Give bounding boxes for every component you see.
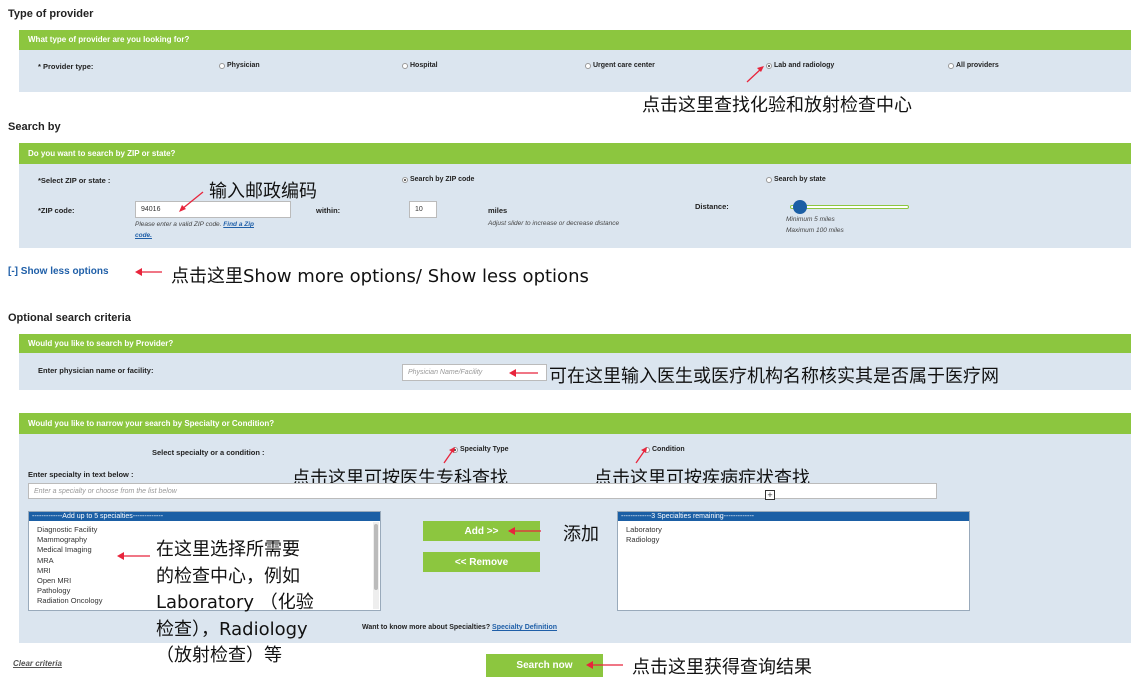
specialty-question: Would you like to narrow your search by … <box>19 413 1131 434</box>
annotation-search: 点击这里获得查询结果 <box>632 657 812 678</box>
show-less-options-link[interactable]: [-] Show less options <box>8 266 109 277</box>
zip-hint: Please enter a valid ZIP code. Find a Zi… <box>135 221 254 228</box>
physician-name-label: Enter physician name or facility: <box>38 366 154 375</box>
radio-lab-radiology-label: Lab and radiology <box>774 62 835 69</box>
clear-criteria-link[interactable]: Clear criteria <box>13 659 62 668</box>
radio-icon[interactable] <box>402 62 408 69</box>
annotation-select-line: 检查），Radiology <box>156 618 308 640</box>
annotation-arrow-icon <box>179 191 204 212</box>
zip-code-label: *ZIP code: <box>38 206 75 215</box>
list-item[interactable]: Laboratory <box>626 525 969 535</box>
radio-hospital[interactable]: Hospital <box>402 62 438 69</box>
zip-hint-text: Please enter a valid ZIP code. <box>135 221 222 228</box>
within-label: within: <box>316 206 341 215</box>
distance-min: Minimum 5 miles <box>786 216 835 223</box>
radio-all-providers[interactable]: All providers <box>948 62 999 69</box>
radio-icon[interactable] <box>402 176 408 183</box>
radio-urgent-care[interactable]: Urgent care center <box>585 62 655 69</box>
zip-code-input[interactable]: 94016 <box>135 201 291 218</box>
miles-label: miles <box>488 206 508 215</box>
distance-slider-track[interactable] <box>790 205 909 209</box>
radio-icon[interactable] <box>948 62 954 69</box>
move-cursor-icon: + <box>765 490 775 500</box>
radio-urgent-care-label: Urgent care center <box>593 62 655 69</box>
annotation-show-options: 点击这里Show more options/ Show less options <box>171 266 589 287</box>
available-list-header: -------------Add up to 5 specialties----… <box>29 512 380 521</box>
find-zip-link-code[interactable]: code. <box>135 232 152 239</box>
annotation-zip: 输入邮政编码 <box>209 181 317 202</box>
annotation-lab: 点击这里查找化验和放射检查中心 <box>642 95 912 116</box>
list-item[interactable]: Diagnostic Facility <box>37 525 380 535</box>
search-by-title: Search by <box>8 121 61 133</box>
annotation-arrow-icon <box>508 527 541 535</box>
radio-specialty-type[interactable]: Specialty Type <box>452 446 509 453</box>
radio-search-zip[interactable]: Search by ZIP code <box>402 176 474 183</box>
selected-specialties-list[interactable]: -------------3 Specialties remaining----… <box>617 511 970 611</box>
selected-list-header: -------------3 Specialties remaining----… <box>618 512 969 521</box>
annotation-arrow-icon <box>635 447 647 464</box>
list-scrollbar[interactable] <box>373 522 379 609</box>
remove-button[interactable]: << Remove <box>423 552 540 572</box>
specialty-definition-link[interactable]: Specialty Definition <box>492 624 557 631</box>
radio-hospital-label: Hospital <box>410 62 438 69</box>
specialty-text-input[interactable]: Enter a specialty or choose from the lis… <box>28 483 937 499</box>
within-miles-input[interactable]: 10 <box>409 201 437 218</box>
select-zip-state-label: *Select ZIP or state : <box>38 176 111 185</box>
specialty-more-info: Want to know more about Specialties? Spe… <box>362 624 557 631</box>
annotation-select-line: 在这里选择所需要 <box>156 539 300 560</box>
specialty-more-text: Want to know more about Specialties? <box>362 624 491 631</box>
search-by-question: Do you want to search by ZIP or state? <box>19 143 1131 164</box>
annotation-select-line: Laboratory （化验 <box>156 592 314 613</box>
annotation-arrow-icon <box>443 447 455 464</box>
find-zip-link[interactable]: Find a Zip <box>223 221 254 228</box>
annotation-arrow-icon <box>509 369 538 377</box>
radio-all-providers-label: All providers <box>956 62 999 69</box>
enter-specialty-label: Enter specialty in text below : <box>28 470 134 479</box>
select-specialty-label: Select specialty or a condition : <box>152 448 265 457</box>
scrollbar-thumb[interactable] <box>374 524 378 590</box>
provider-type-question: What type of provider are you looking fo… <box>19 30 1131 50</box>
radio-search-zip-label: Search by ZIP code <box>410 176 475 183</box>
annotation-arrow-icon <box>746 66 764 83</box>
provider-question: Would you like to search by Provider? <box>19 334 1131 353</box>
radio-condition-label: Condition <box>652 446 685 453</box>
distance-max: Maximum 100 miles <box>786 227 844 234</box>
provider-type-label: * Provider type: <box>38 62 94 71</box>
annotation-arrow-icon <box>117 552 150 560</box>
radio-specialty-type-label: Specialty Type <box>460 446 509 453</box>
radio-icon[interactable] <box>766 62 772 69</box>
optional-criteria-title: Optional search criteria <box>8 312 131 324</box>
radio-icon[interactable] <box>585 62 591 69</box>
type-of-provider-title: Type of provider <box>8 8 94 20</box>
find-zip-link-line2[interactable]: code. <box>135 232 152 239</box>
annotation-arrow-icon <box>135 268 162 276</box>
provider-type-panel: What type of provider are you looking fo… <box>19 30 1131 92</box>
radio-icon[interactable] <box>219 62 225 69</box>
annotation-select-line: （放射检查）等 <box>156 645 282 666</box>
radio-condition[interactable]: Condition <box>644 446 685 453</box>
annotation-select-line: 的检查中心，例如 <box>156 565 300 587</box>
radio-physician-label: Physician <box>227 62 260 69</box>
annotation-arrow-icon <box>586 661 623 669</box>
radio-lab-radiology[interactable]: Lab and radiology <box>766 62 834 69</box>
distance-label: Distance: <box>695 202 729 211</box>
list-item[interactable]: Radiology <box>626 535 969 545</box>
annotation-add: 添加 <box>563 524 599 545</box>
slider-hint: Adjust slider to increase or decrease di… <box>488 220 620 227</box>
radio-search-state-label: Search by state <box>774 176 826 183</box>
annotation-name: 可在这里输入医生或医疗机构名称核实其是否属于医疗网 <box>549 366 999 387</box>
radio-icon[interactable] <box>766 176 772 183</box>
radio-physician[interactable]: Physician <box>219 62 260 69</box>
radio-search-state[interactable]: Search by state <box>766 176 826 183</box>
annotation-select: 在这里选择所需要 的检查中心，例如 Laboratory （化验 检查），Rad… <box>156 537 314 670</box>
